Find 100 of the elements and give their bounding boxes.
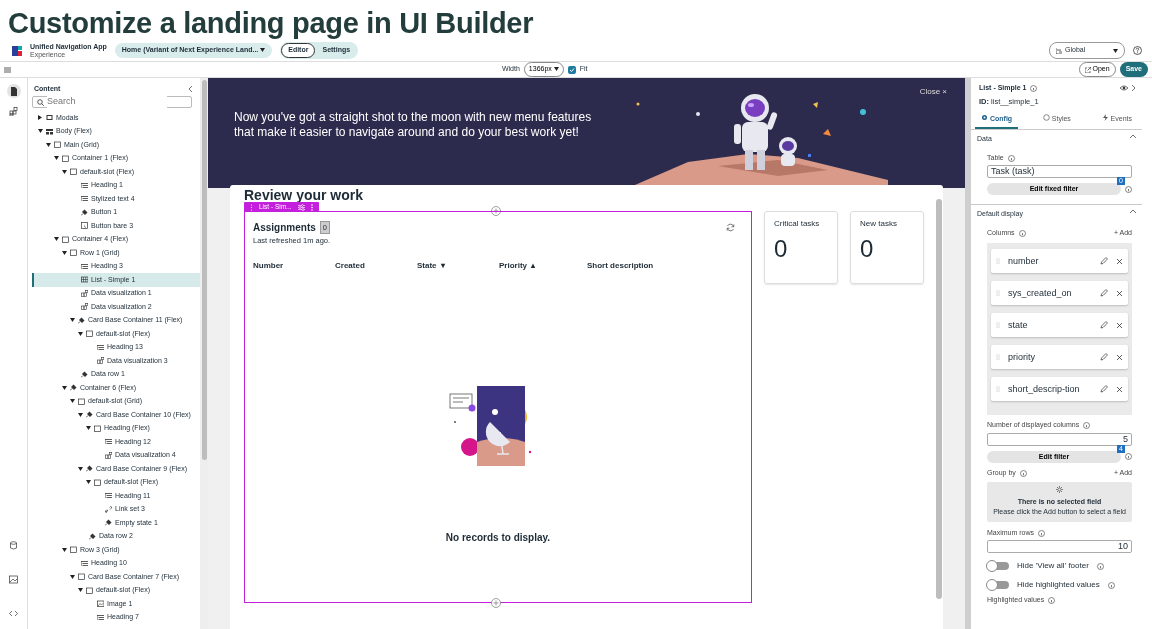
close-button[interactable]: Close × [919, 86, 947, 98]
link-icon [105, 505, 112, 513]
text-icon [105, 438, 112, 446]
close-icon[interactable] [1116, 385, 1123, 393]
column-item[interactable]: state [991, 313, 1128, 338]
gear-icon [981, 113, 988, 121]
text-icon [81, 195, 88, 203]
column-header[interactable]: Priority ▴ [499, 260, 587, 273]
expanded-caret-icon[interactable] [70, 399, 75, 404]
components-tab[interactable] [6, 104, 21, 118]
close-icon[interactable] [1116, 353, 1123, 361]
expanded-caret-icon[interactable] [78, 588, 83, 593]
component-icon [105, 519, 112, 527]
scrollbar[interactable] [936, 199, 942, 599]
expanded-caret-icon[interactable] [62, 385, 67, 390]
expanded-caret-icon[interactable] [78, 466, 83, 471]
pencil-icon[interactable] [1100, 385, 1108, 394]
expanded-caret-icon[interactable] [54, 156, 59, 161]
help-icon[interactable] [1133, 46, 1142, 55]
expanded-caret-icon[interactable] [78, 331, 83, 336]
collapse-icon[interactable] [188, 86, 192, 92]
expanded-caret-icon[interactable] [70, 318, 75, 323]
toggle-label: Hide 'View all' footer [1017, 560, 1089, 573]
pencil-icon[interactable] [1100, 321, 1108, 330]
number-field[interactable]: 5 [987, 432, 1132, 446]
metric-label: New tasks [860, 218, 898, 230]
column-header[interactable]: Number [253, 260, 335, 273]
column-item[interactable]: short_descrip-tion [991, 377, 1128, 402]
drag-handle-icon[interactable] [250, 203, 253, 211]
fit-checkbox[interactable] [567, 65, 576, 74]
info-icon [1125, 453, 1132, 461]
sort-icon[interactable]: ▴ [531, 260, 535, 273]
info-icon [1007, 154, 1015, 162]
collapsed-caret-icon[interactable] [38, 115, 42, 121]
expand-icon[interactable] [1132, 85, 1136, 92]
caret-icon [1113, 48, 1118, 53]
collapse-icon[interactable] [1130, 134, 1136, 139]
expanded-caret-icon[interactable] [62, 169, 67, 174]
column-item[interactable]: priority [991, 345, 1128, 370]
lightning-icon [1101, 113, 1109, 121]
database-icon[interactable] [9, 541, 18, 550]
toggle-switch[interactable] [987, 581, 1009, 590]
component-icon [86, 465, 93, 473]
pencil-icon[interactable] [1100, 257, 1108, 266]
expanded-caret-icon[interactable] [62, 250, 67, 255]
info-icon [1096, 562, 1104, 570]
list-title: Assignments [253, 221, 316, 235]
column-header[interactable]: Created [335, 260, 417, 273]
component-icon [86, 411, 93, 419]
column-header[interactable]: State ▾ [417, 260, 499, 273]
chart-icon [81, 303, 88, 311]
column-header[interactable]: Short description [587, 260, 717, 273]
column-item[interactable]: number [991, 249, 1128, 274]
button-icon [81, 222, 88, 230]
metric-value: 0 [860, 234, 875, 264]
info-icon [1030, 84, 1038, 92]
column-name: sys_created_on [1008, 286, 1073, 300]
expanded-caret-icon[interactable] [46, 142, 51, 147]
sort-icon[interactable]: ▾ [440, 260, 445, 273]
image-icon[interactable] [9, 575, 18, 584]
close-icon[interactable] [1116, 321, 1123, 329]
code-icon[interactable] [9, 609, 18, 618]
text-icon [97, 613, 104, 621]
eye-icon[interactable] [1120, 85, 1128, 92]
chart-icon [97, 357, 104, 365]
close-icon[interactable] [1116, 257, 1123, 265]
info-icon [1048, 597, 1056, 604]
info-icon [1019, 469, 1027, 477]
add-icon[interactable] [491, 206, 501, 216]
expanded-caret-icon[interactable] [38, 129, 43, 134]
expanded-caret-icon[interactable] [78, 412, 83, 417]
collapse-icon[interactable] [1130, 209, 1136, 214]
column-name: priority [1008, 350, 1036, 364]
pencil-icon[interactable] [1100, 289, 1108, 298]
expanded-caret-icon[interactable] [70, 574, 75, 579]
app-logo-icon [12, 45, 22, 56]
section-heading: Review your work [244, 187, 365, 204]
sliders-icon[interactable] [297, 203, 305, 211]
text-icon [81, 181, 88, 189]
expanded-caret-icon[interactable] [86, 426, 91, 431]
chart-icon [105, 451, 112, 459]
info-icon [1107, 581, 1115, 589]
palette-icon [1042, 113, 1050, 121]
scrollbar[interactable] [200, 78, 208, 629]
empty-message: No records to display. [444, 531, 552, 545]
table-field[interactable]: Task (task) [987, 165, 1132, 179]
column-item[interactable]: sys_created_on [991, 281, 1128, 306]
refresh-icon[interactable] [726, 223, 735, 232]
more-icon[interactable] [310, 203, 313, 211]
expanded-caret-icon[interactable] [54, 237, 59, 242]
pencil-icon[interactable] [1100, 353, 1108, 362]
container-icon [70, 546, 77, 554]
search-field[interactable]: Search [32, 96, 192, 108]
number-field[interactable]: 10 [987, 540, 1132, 554]
expanded-caret-icon[interactable] [86, 480, 91, 485]
toggle-switch[interactable] [987, 562, 1009, 571]
page-tab[interactable] [6, 84, 21, 98]
column-name: state [1008, 318, 1029, 332]
expanded-caret-icon[interactable] [62, 547, 67, 552]
close-icon[interactable] [1116, 289, 1123, 297]
